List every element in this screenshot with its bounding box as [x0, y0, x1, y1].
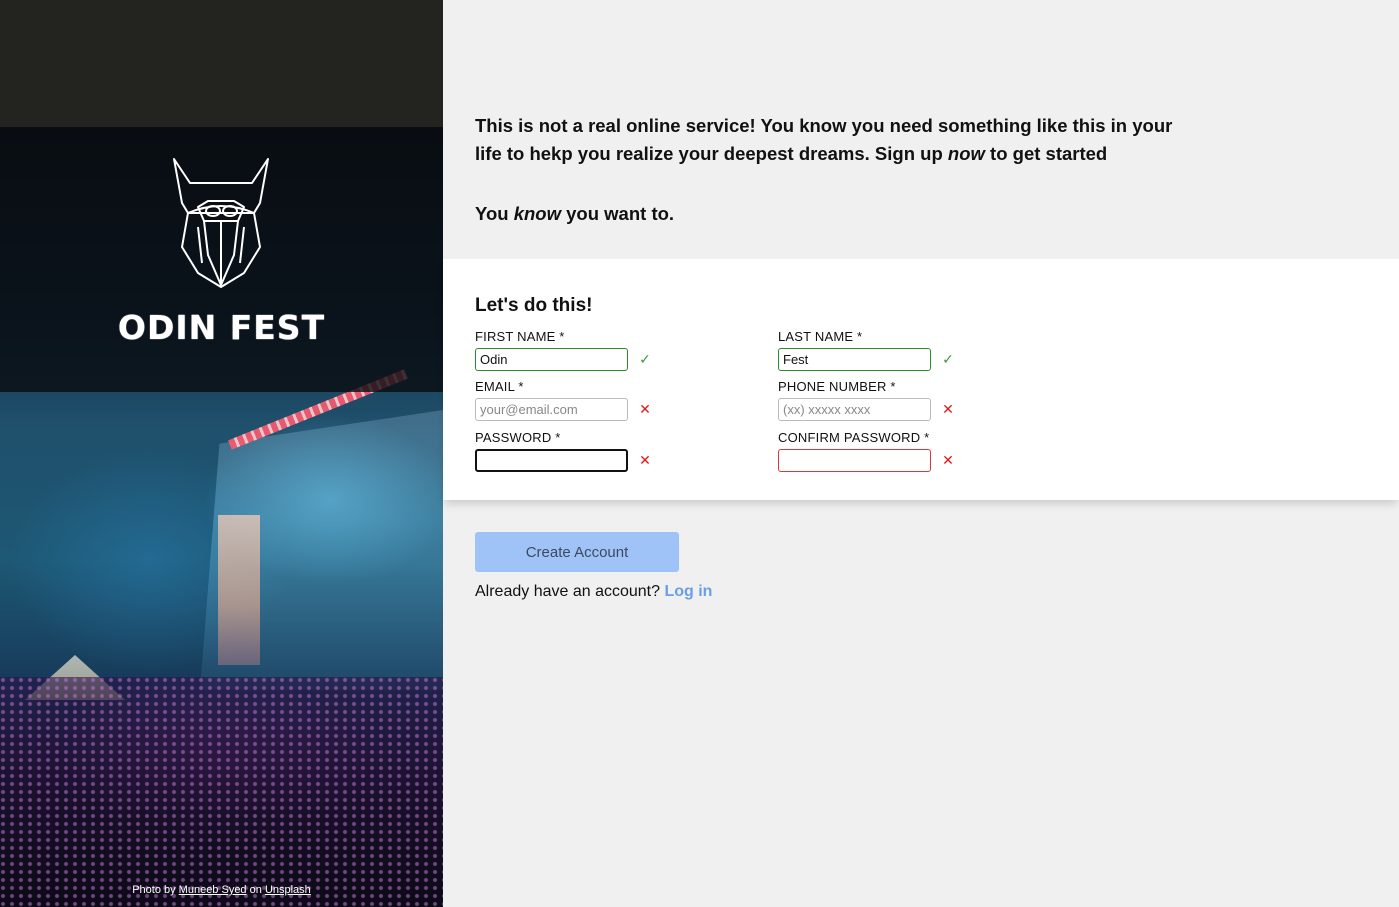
- valid-check-icon: ✓: [639, 351, 651, 368]
- confirm-password-label: CONFIRM PASSWORD *: [778, 430, 930, 445]
- intro-paragraph-2: You know you want to.: [475, 200, 1195, 228]
- credit-author-link[interactable]: Muneeb Syed: [179, 884, 247, 896]
- email-label: EMAIL *: [475, 379, 524, 394]
- intro-line2-end: you want to.: [561, 203, 675, 224]
- confirm-password-input[interactable]: [778, 449, 931, 472]
- phone-field: PHONE NUMBER * ✕: [778, 379, 978, 421]
- brand-name: ODIN FEST: [117, 308, 326, 347]
- email-input[interactable]: [475, 398, 628, 421]
- invalid-cross-icon: ✕: [942, 401, 954, 418]
- intro-line2-start: You: [475, 203, 514, 224]
- last-name-input[interactable]: [778, 348, 931, 371]
- intro-text: This is not a real online service! You k…: [475, 112, 1195, 228]
- password-input[interactable]: [475, 449, 628, 472]
- first-name-input[interactable]: [475, 348, 628, 371]
- hero-photo-panel: ODIN FEST Photo by Muneeb Syed on Unspla…: [0, 0, 443, 907]
- login-prompt-text: Already have an account?: [475, 583, 661, 600]
- intro-line1-emphasis: now: [947, 143, 985, 164]
- credit-prefix: Photo by: [132, 884, 176, 896]
- last-name-label: LAST NAME *: [778, 329, 863, 344]
- login-link[interactable]: Log in: [664, 583, 712, 600]
- first-name-label: FIRST NAME *: [475, 329, 565, 344]
- email-field: EMAIL * ✕: [475, 379, 675, 421]
- last-name-field: LAST NAME * ✓: [778, 329, 978, 371]
- create-account-button[interactable]: Create Account: [475, 532, 679, 572]
- credit-middle: on: [249, 884, 262, 896]
- phone-input[interactable]: [778, 398, 931, 421]
- confirm-password-field: CONFIRM PASSWORD * ✕: [778, 430, 978, 472]
- invalid-cross-icon: ✕: [639, 401, 651, 418]
- viking-helmet-icon: [173, 158, 269, 288]
- first-name-field: FIRST NAME * ✓: [475, 329, 675, 371]
- intro-paragraph-1: This is not a real online service! You k…: [475, 112, 1195, 168]
- signup-form-card: Let's do this! FIRST NAME * ✓ LAST NAME …: [443, 259, 1399, 500]
- password-label: PASSWORD *: [475, 430, 561, 445]
- photo-credit: Photo by Muneeb Syed on Unsplash: [0, 884, 443, 896]
- phone-label: PHONE NUMBER *: [778, 379, 896, 394]
- credit-site-link[interactable]: Unsplash: [265, 884, 311, 896]
- password-field: PASSWORD * ✕: [475, 430, 675, 472]
- form-title: Let's do this!: [475, 295, 593, 316]
- invalid-cross-icon: ✕: [942, 452, 954, 469]
- concert-crowd: [0, 677, 443, 907]
- login-prompt: Already have an account? Log in: [475, 583, 712, 601]
- stage-screen: [218, 515, 260, 665]
- valid-check-icon: ✓: [942, 351, 954, 368]
- intro-line1-end: to get started: [984, 143, 1108, 164]
- invalid-cross-icon: ✕: [639, 452, 651, 469]
- intro-line2-emphasis: know: [513, 203, 561, 224]
